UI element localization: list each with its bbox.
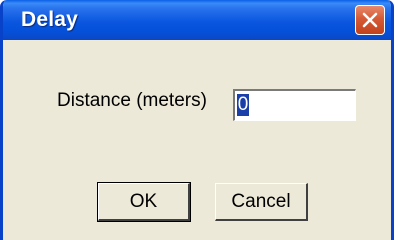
ok-button[interactable]: OK (97, 182, 191, 222)
title-bar[interactable]: Delay (3, 0, 391, 40)
dialog-content: Distance (meters) 0 OK Cancel (3, 40, 391, 240)
cancel-button[interactable]: Cancel (215, 183, 308, 221)
close-icon (362, 12, 378, 28)
distance-label: Distance (meters) (57, 90, 207, 111)
delay-dialog: Delay Distance (meters) 0 OK Cancel (0, 0, 394, 240)
close-button[interactable] (355, 5, 385, 35)
distance-input[interactable] (233, 89, 356, 121)
dialog-title: Delay (21, 8, 79, 31)
